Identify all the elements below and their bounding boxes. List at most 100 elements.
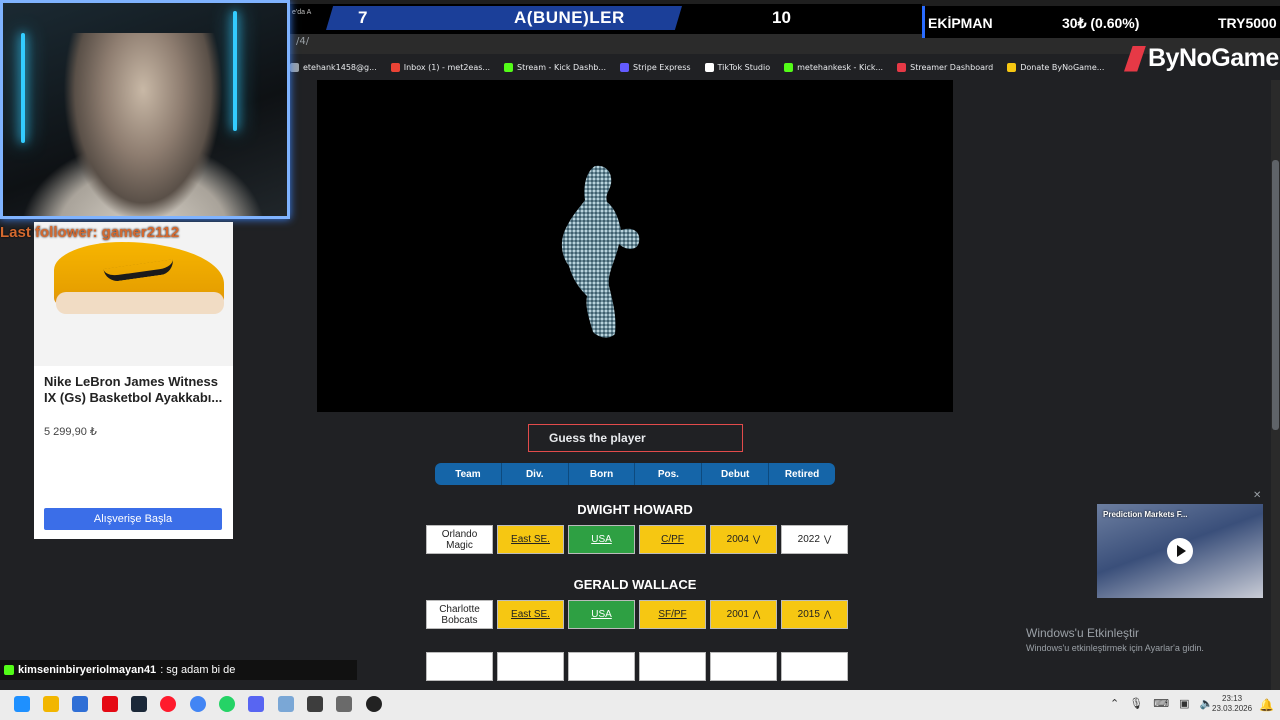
score-left: 7 — [358, 8, 368, 27]
bookmark-label: etehank1458@g... — [303, 62, 377, 72]
equipment-label: EKİPMAN — [928, 15, 993, 31]
empty-guess-row — [426, 652, 848, 681]
cell-debut: 2001 ⋀ — [710, 600, 777, 629]
play-icon[interactable] — [1167, 538, 1193, 564]
bookmark-label: Inbox (1) - met2eas... — [403, 62, 491, 72]
chevron-down-icon: ⋁ — [752, 534, 761, 544]
windows-start-icon[interactable] — [14, 696, 30, 712]
cell-debut-value: 2004 — [726, 534, 749, 545]
cell-position: C/PF — [639, 525, 706, 554]
chat-message: kimseninbiryeriolmayan41 : sg adam bi de — [0, 660, 357, 680]
app-icon[interactable] — [278, 696, 294, 712]
header-division: Div. — [501, 463, 569, 485]
empty-cell — [710, 652, 777, 681]
bookmark-favicon-icon — [897, 62, 907, 72]
obs-icon[interactable] — [366, 696, 382, 712]
webcam-feed — [0, 0, 290, 219]
cell-team: Orlando Magic — [426, 525, 493, 554]
header-position: Pos. — [635, 463, 703, 485]
app-icon[interactable] — [307, 696, 323, 712]
windows-activation-subtitle: Windows'u etkinleştirmek için Ayarlar'a … — [1026, 643, 1204, 653]
bookmark-label: metehankesk - Kick... — [797, 62, 884, 72]
chat-username: kimseninbiryeriolmayan41 — [18, 664, 157, 676]
attribute-header-row: Team Div. Born Pos. Debut Retired — [435, 463, 835, 485]
ad-shop-button[interactable]: Alışverişe Başla — [44, 508, 222, 530]
video-player[interactable]: Prediction Markets F... — [1097, 504, 1263, 598]
store-icon[interactable] — [72, 696, 88, 712]
shoe-sole — [56, 292, 224, 314]
cell-retired: 2022 ⋁ — [781, 525, 848, 554]
cell-position: SF/PF — [639, 600, 706, 629]
cell-debut-value: 2001 — [726, 609, 749, 620]
ad-card[interactable]: Nike LeBron James Witness IX (Gs) Basket… — [34, 222, 233, 539]
bookmark-item[interactable]: TikTok Studio — [704, 62, 770, 72]
discord-icon[interactable] — [248, 696, 264, 712]
bookmark-label: Stripe Express — [633, 62, 691, 72]
bookmark-item[interactable]: Streamer Dashboard — [897, 62, 993, 72]
cell-retired-value: 2015 — [797, 609, 820, 620]
score-right: 10 — [772, 8, 791, 27]
player-silhouette — [561, 165, 640, 338]
ad-title[interactable]: Nike LeBron James Witness IX (Gs) Basket… — [44, 374, 228, 406]
network-icon[interactable]: ▣ — [1179, 697, 1189, 710]
equipment-currency: TRY5000 — [1218, 15, 1277, 31]
guess-player-name: GERALD WALLACE — [573, 577, 697, 592]
steam-icon[interactable] — [131, 696, 147, 712]
keyboard-icon[interactable]: ⌨ — [1153, 697, 1169, 710]
cell-division: East SE. — [497, 600, 564, 629]
header-born: Born — [568, 463, 636, 485]
guess-player-name: DWIGHT HOWARD — [577, 502, 693, 517]
last-follower-text: Last follower: gamer2112 — [0, 224, 180, 241]
cell-retired-value: 2022 — [797, 534, 820, 545]
bookmark-favicon-icon — [504, 62, 514, 72]
bookmark-favicon-icon — [1007, 62, 1017, 72]
chat-text: : sg adam bi de — [160, 664, 236, 676]
guess-input[interactable] — [528, 424, 743, 452]
header-retired: Retired — [769, 463, 835, 485]
notification-icon[interactable]: 🔔 — [1259, 698, 1274, 712]
cell-debut: 2004 ⋁ — [710, 525, 777, 554]
scrollbar-thumb[interactable] — [1272, 160, 1279, 430]
cell-retired: 2015 ⋀ — [781, 600, 848, 629]
bynogame-logo-text: ByNoGame — [1148, 44, 1279, 72]
microphone-icon[interactable]: 🎙 — [1129, 697, 1143, 710]
cell-team: Charlotte Bobcats — [426, 600, 493, 629]
bookmark-item[interactable]: Stripe Express — [620, 62, 691, 72]
settings-icon[interactable] — [336, 696, 352, 712]
bookmark-label: Donate ByNoGame... — [1020, 62, 1105, 72]
empty-cell — [497, 652, 564, 681]
guess-row: Charlotte Bobcats East SE. USA SF/PF 200… — [426, 600, 848, 629]
header-debut: Debut — [702, 463, 770, 485]
file-explorer-icon[interactable] — [43, 696, 59, 712]
taskbar-clock[interactable]: 23:13 23.03.2026 — [1212, 694, 1252, 714]
chrome-icon[interactable] — [190, 696, 206, 712]
bynogame-logo-mark — [1124, 45, 1146, 72]
kick-icon — [4, 665, 14, 675]
opera-icon[interactable] — [160, 696, 176, 712]
bookmark-favicon-icon — [704, 62, 714, 72]
guess-row: Orlando Magic East SE. USA C/PF 2004 ⋁ 20… — [426, 525, 848, 554]
bookmark-item[interactable]: Inbox (1) - met2eas... — [390, 62, 491, 72]
score-title: A(BUNE)LER — [514, 8, 625, 27]
ad-product-image[interactable] — [34, 222, 233, 366]
video-title: Prediction Markets F... — [1103, 510, 1188, 519]
whatsapp-icon[interactable] — [219, 696, 235, 712]
empty-cell — [426, 652, 493, 681]
windows-activation-title: Windows'u Etkinleştir — [1026, 626, 1139, 640]
bookmark-favicon-icon — [784, 62, 794, 72]
chevron-up-icon[interactable]: ⌃ — [1110, 697, 1119, 710]
clock-time: 23:13 — [1222, 694, 1243, 703]
cell-born: USA — [568, 525, 635, 554]
netflix-icon[interactable] — [102, 696, 118, 712]
empty-cell — [568, 652, 635, 681]
close-icon[interactable]: ✕ — [1253, 490, 1261, 501]
scoreboard-subtext: e'da A — [292, 9, 312, 16]
empty-cell — [639, 652, 706, 681]
chevron-up-icon: ⋀ — [752, 609, 761, 619]
empty-cell — [781, 652, 848, 681]
bookmark-item[interactable]: Stream - Kick Dashb... — [504, 62, 606, 72]
bookmark-item[interactable]: metehankesk - Kick... — [784, 62, 884, 72]
bookmark-item[interactable]: etehank1458@g... — [290, 62, 377, 72]
bookmark-item[interactable]: Donate ByNoGame... — [1007, 62, 1105, 72]
chevron-up-icon: ⋀ — [823, 609, 832, 619]
